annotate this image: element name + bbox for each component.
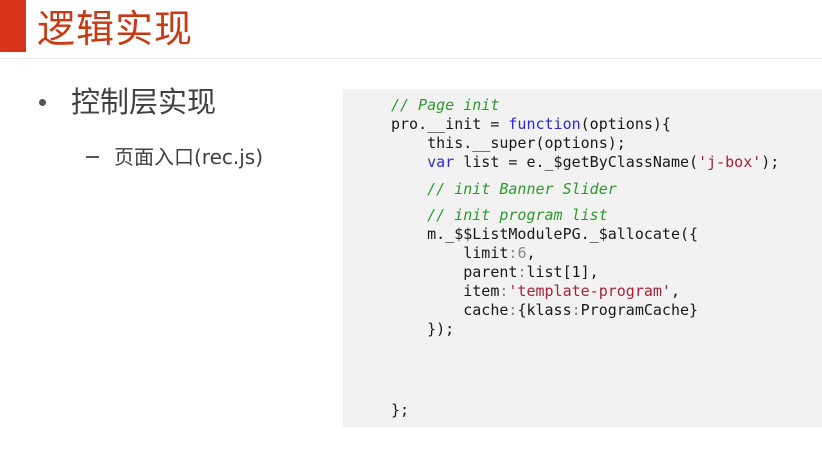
code-line: // Page init — [391, 96, 499, 116]
code-line: item:'template-program', — [391, 282, 680, 302]
title-divider — [0, 58, 822, 59]
slide: 逻辑实现 控制层实现 页面入口(rec.js) // Page init pro.… — [0, 0, 822, 471]
code-token: , — [670, 282, 680, 300]
code-token: }; — [391, 401, 410, 419]
code-line: // init program list — [391, 206, 608, 226]
code-token: item — [391, 282, 500, 300]
code-token: pro.__init = — [391, 115, 509, 133]
code-line: }); — [391, 320, 454, 340]
code-token: this.__super(options); — [391, 134, 626, 152]
code-line: pro.__init = function(options){ — [391, 115, 671, 135]
bullet-text: 控制层实现 — [71, 85, 217, 119]
bullet-item: 控制层实现 — [37, 84, 216, 120]
code-token: m._$$ListModulePG._$allocate({ — [391, 225, 699, 243]
dash-icon — [86, 156, 99, 158]
code-line: // init Banner Slider — [391, 180, 617, 200]
code-token: cache — [391, 301, 509, 319]
sub-bullet-text: 页面入口(rec.js) — [114, 145, 264, 169]
code-token: (options){ — [580, 115, 671, 133]
code-token: function — [508, 115, 581, 133]
code-token: parent — [391, 263, 518, 281]
code-token: // init Banner Slider — [391, 180, 617, 198]
bullet-dot-icon — [39, 98, 46, 106]
code-token: var — [427, 153, 455, 171]
code-line: this.__super(options); — [391, 134, 626, 154]
code-line: cache:{klass:ProgramCache} — [391, 301, 698, 321]
code-token: ); — [761, 153, 780, 171]
code-line: }; — [391, 401, 409, 421]
code-token: // init program list — [391, 206, 608, 224]
code-token: , — [526, 244, 536, 262]
code-token: list[1], — [526, 263, 599, 281]
code-token: // Page init — [391, 96, 500, 114]
code-token: list = e._$getByClassName( — [454, 153, 699, 171]
code-token: }); — [391, 320, 455, 338]
code-line: var list = e._$getByClassName('j-box'); — [391, 153, 779, 173]
code-token: 'template-program' — [508, 282, 671, 300]
sub-bullet-item: 页面入口(rec.js) — [86, 143, 263, 171]
code-line: limit:6, — [391, 244, 536, 264]
code-token: 'j-box' — [698, 153, 762, 171]
code-line: m._$$ListModulePG._$allocate({ — [391, 225, 698, 245]
code-token: {klass — [517, 301, 572, 319]
code-token: ProgramCache} — [580, 301, 699, 319]
code-token: : — [571, 301, 581, 319]
code-line: parent:list[1], — [391, 263, 599, 283]
code-token: limit — [391, 244, 509, 262]
title-accent-bar — [0, 0, 26, 52]
slide-title: 逻辑实现 — [37, 7, 194, 51]
